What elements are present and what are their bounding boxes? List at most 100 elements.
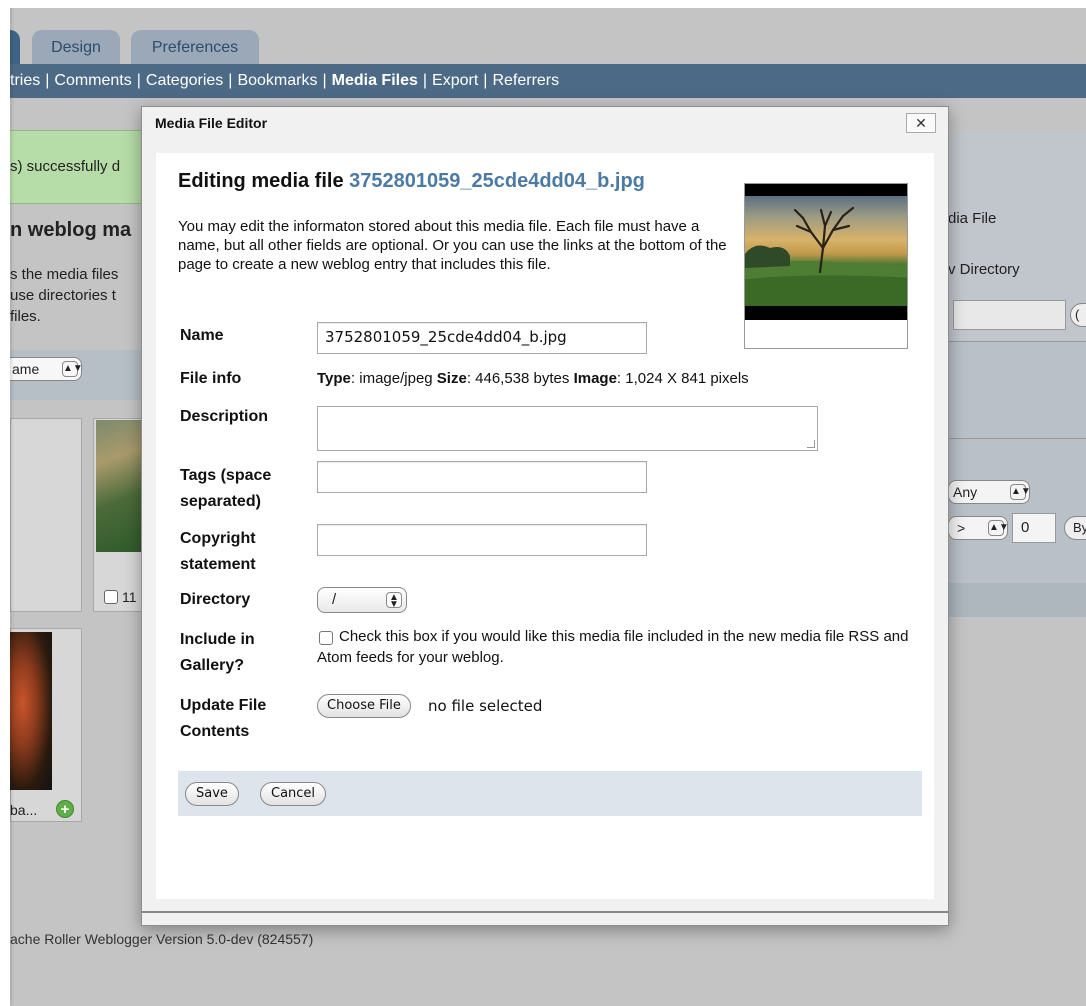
nav-separator: | xyxy=(322,72,327,89)
tags-label: Tags (space separated) xyxy=(180,463,271,515)
save-button[interactable]: Save xyxy=(185,782,239,806)
tags-label-line: Tags (space xyxy=(180,467,272,484)
page-description-line: files. xyxy=(10,308,41,325)
dialog-title: Media File Editor xyxy=(155,115,268,131)
dialog-footer-divider xyxy=(142,911,948,913)
media-preview xyxy=(744,183,908,349)
success-message: s) successfully d xyxy=(10,130,150,204)
media-file-editor-dialog: Media File Editor ✕ Editing media file 3… xyxy=(141,106,949,926)
file-info-label: File info xyxy=(180,370,242,387)
media-card-checkbox[interactable] xyxy=(104,590,118,604)
nav-item-export[interactable]: Export xyxy=(432,64,478,97)
page-description-line: s the media files xyxy=(10,266,119,283)
tab-design[interactable]: Design xyxy=(32,30,120,64)
nav-item-comments[interactable]: Comments xyxy=(54,64,131,97)
nav-separator: | xyxy=(45,72,50,89)
filter-type-value: Any xyxy=(953,484,978,500)
name-label: Name xyxy=(180,327,224,344)
file-image-value: : 1,024 X 841 pixels xyxy=(616,370,749,387)
gallery-label-line: Gallery? xyxy=(180,657,245,674)
nav-item-entries[interactable]: tries xyxy=(10,64,40,97)
nav-separator: | xyxy=(422,72,428,89)
file-size-label: Size xyxy=(436,370,467,387)
select-arrows-icon: ▲▼ xyxy=(988,520,1009,536)
choose-file-button[interactable]: Choose File xyxy=(317,694,411,718)
filter-size-operator-select[interactable]: > ▲▼ xyxy=(948,516,1009,540)
media-card-label: ba... xyxy=(10,802,38,818)
gallery-label: Include in Gallery? xyxy=(180,627,255,679)
right-sidebar-section xyxy=(946,342,1086,438)
cancel-button[interactable]: Cancel xyxy=(260,782,327,806)
window-edge xyxy=(0,0,10,1006)
filter-type-select[interactable]: Any ▲▼ xyxy=(948,480,1031,504)
page-title-filename: 3752801059_25cde4dd04_b.jpg xyxy=(349,170,645,192)
nav-separator: | xyxy=(228,72,233,89)
gallery-label-line: Include in xyxy=(180,631,255,648)
directory-select[interactable]: / ▲ ▼ xyxy=(317,587,407,613)
nav-separator: | xyxy=(136,72,141,89)
tab-current[interactable] xyxy=(10,30,20,64)
button-bar: Save Cancel xyxy=(178,771,922,816)
media-card[interactable] xyxy=(10,418,82,612)
sort-select[interactable]: ame ▲▼ xyxy=(10,357,82,381)
nav-item-referrers[interactable]: Referrers xyxy=(492,64,559,97)
add-icon[interactable]: + xyxy=(56,800,74,818)
window-edge xyxy=(10,0,1086,8)
update-file-label-line: Contents xyxy=(180,723,250,740)
resize-grip-icon[interactable] xyxy=(807,440,815,448)
media-card-label: 11 xyxy=(122,589,137,605)
page-title: Editing media file 3752801059_25cde4dd04… xyxy=(178,170,645,193)
no-file-selected-text: no file selected xyxy=(428,697,543,715)
media-thumbnail[interactable] xyxy=(10,632,52,790)
select-arrows-icon: ▲▼ xyxy=(1010,484,1031,500)
media-thumbnail[interactable] xyxy=(96,420,142,552)
page-heading: n weblog ma xyxy=(10,219,132,241)
copyright-label-line: Copyright xyxy=(180,530,256,547)
select-arrows-icon: ▲▼ xyxy=(62,361,81,377)
footer-version: ache Roller Weblogger Version 5.0-dev (8… xyxy=(10,931,314,947)
nav-item-bookmarks[interactable]: Bookmarks xyxy=(237,64,317,97)
update-file-label-line: Update File xyxy=(180,697,267,714)
file-info-value: Type: image/jpeg Size: 446,538 bytes Ima… xyxy=(317,366,749,392)
nav-item-categories[interactable]: Categories xyxy=(146,64,223,97)
select-arrows-icon: ▲▼ xyxy=(386,592,402,610)
divider xyxy=(946,438,1086,439)
copyright-label-line: statement xyxy=(180,556,256,573)
screen: Design Preferences tries | Comments | Catego… xyxy=(0,0,1086,1006)
gallery-checkbox[interactable] xyxy=(319,631,333,645)
filter-size-input[interactable]: 0 xyxy=(1012,513,1056,543)
tags-input[interactable] xyxy=(317,461,647,493)
description-textarea[interactable] xyxy=(317,406,818,451)
copyright-input[interactable] xyxy=(317,524,647,556)
gallery-checkbox-text: Check this box if you would like this me… xyxy=(317,628,909,666)
sub-nav-bar: tries | Comments | Categories | Bookmarks | Medi… xyxy=(10,64,1086,98)
directory-select-value: / xyxy=(332,591,337,608)
tree-image xyxy=(745,206,907,306)
tab-preferences[interactable]: Preferences xyxy=(131,30,259,64)
copyright-label: Copyright statement xyxy=(180,526,256,578)
close-button[interactable]: ✕ xyxy=(906,113,936,133)
right-sidebar-section xyxy=(946,583,1086,617)
dialog-body: Editing media file 3752801059_25cde4dd04… xyxy=(156,153,934,899)
nav-item-media-files[interactable]: Media Files xyxy=(332,64,418,97)
directory-name-input[interactable] xyxy=(953,300,1066,330)
filter-unit-select[interactable]: By xyxy=(1064,516,1086,540)
close-icon: ✕ xyxy=(915,115,927,131)
file-size-value: : 446,538 bytes xyxy=(466,370,574,387)
create-media-file-link[interactable]: dia File xyxy=(948,210,996,227)
file-type-value: : image/jpeg xyxy=(350,370,437,387)
description-label: Description xyxy=(180,408,269,425)
tags-label-line: separated) xyxy=(180,493,261,510)
name-input[interactable]: 3752801059_25cde4dd04_b.jpg xyxy=(317,322,647,354)
media-preview-image xyxy=(745,196,907,306)
filter-operator-value: > xyxy=(957,520,966,536)
file-image-label: Image xyxy=(573,370,617,387)
file-type-label: Type xyxy=(317,370,351,387)
media-preview-frame xyxy=(745,184,907,320)
page-description: s the media files use directories t file… xyxy=(10,264,150,327)
page-title-prefix: Editing media file xyxy=(178,170,350,192)
directory-label: Directory xyxy=(180,591,251,608)
sort-select-value: ame xyxy=(12,361,40,377)
new-directory-link[interactable]: v Directory xyxy=(948,261,1020,278)
page-description-line: use directories t xyxy=(10,287,116,304)
